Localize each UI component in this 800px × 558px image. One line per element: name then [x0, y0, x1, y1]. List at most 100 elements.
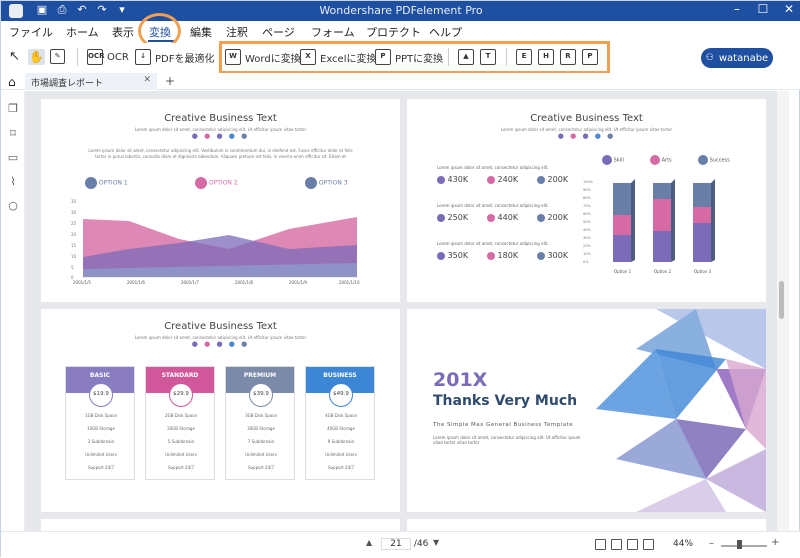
menu-bar: ファイル ホーム 表示 変換 編集 注釈 ページ フォーム プロテクト ヘルプ	[1, 21, 800, 43]
close-tab-icon[interactable]: ✕	[143, 75, 151, 85]
two-page-icon[interactable]	[627, 539, 638, 550]
zoom-slider-handle[interactable]	[737, 540, 742, 549]
prev-page-icon[interactable]: ▲	[366, 538, 372, 547]
ocr-icon: OCR	[87, 49, 104, 65]
document-tab-title: 市場調査レポート	[31, 79, 104, 89]
search-icon[interactable]: ○	[7, 200, 19, 212]
comment-icon[interactable]: ▭	[7, 152, 19, 164]
page-indicator: 21 /46	[381, 538, 428, 550]
slide-page-2: Creative Business Text Lorem ipsum dolor…	[407, 99, 766, 302]
highlight-box	[219, 41, 610, 74]
svg-text:Option 3: Option 3	[694, 269, 712, 274]
close-icon[interactable]: ✕	[781, 2, 797, 16]
pricing-card: BASIC $19.9 1GB Disk Space 10GB Storage 3 Su…	[65, 366, 135, 480]
y-tick: 5	[71, 265, 74, 270]
select-tool[interactable]: ↖	[9, 49, 20, 64]
y-tick: 10	[71, 254, 77, 259]
thanks-subtitle: The Simple Max General Business Template	[433, 422, 574, 428]
y-tick: 15	[71, 243, 77, 248]
plan-feature: Support 24/7	[247, 465, 275, 470]
maximize-icon[interactable]: ☐	[755, 2, 771, 16]
plan-feature: Unlimited Users	[85, 452, 117, 457]
attachment-icon[interactable]: ⌇	[7, 176, 19, 188]
menu-page[interactable]: ページ	[262, 24, 295, 40]
x-tick: 2001/1/10	[339, 280, 360, 285]
menu-file[interactable]: ファイル	[9, 24, 53, 40]
option-1: OPTION 1	[85, 177, 128, 189]
edit-icon: ✎	[50, 49, 65, 64]
app-window: ▣ ⎙ ↶ ↷ ▾ Wondershare PDFelement Pro – ☐…	[0, 0, 800, 558]
bookmark-icon[interactable]: ⌑	[7, 128, 19, 140]
menu-view[interactable]: 表示	[112, 24, 134, 40]
zoom-level[interactable]: 44%	[673, 539, 693, 549]
fit-width-icon[interactable]	[643, 539, 654, 550]
svg-text:Option 2: Option 2	[654, 269, 672, 274]
svg-text:90%: 90%	[583, 188, 591, 192]
title-bar: ▣ ⎙ ↶ ↷ ▾ Wondershare PDFelement Pro – ☐…	[1, 1, 800, 21]
menu-home[interactable]: ホーム	[66, 24, 99, 40]
single-page-icon[interactable]	[595, 539, 606, 550]
plan-feature: 3GB Disk Space	[245, 413, 277, 418]
area-chart: 35 30 25 20 15 10 5 0 2001/1/5 2001/1/6 …	[71, 199, 360, 285]
plan-feature: 40GB Storage	[327, 426, 355, 431]
home-icon[interactable]: ⌂	[8, 75, 16, 89]
slide-page-4: 201X Thanks Very Much The Simple Max Gen…	[407, 309, 766, 512]
x-tick: 2001/1/9	[289, 280, 307, 285]
y-tick: 25	[71, 221, 77, 226]
svg-text:20%: 20%	[583, 244, 591, 248]
thumbnails-icon[interactable]: ❐	[7, 103, 19, 115]
stats-label: Lorem ipsum dolor sit amet, consectetur …	[437, 241, 549, 246]
plan-feature: 5 Subdomain	[167, 439, 195, 444]
menu-comment[interactable]: 注釈	[226, 24, 248, 40]
x-tick: 2001/1/8	[235, 280, 253, 285]
menu-form[interactable]: フォーム	[311, 24, 355, 40]
document-viewport[interactable]: Creative Business Text Lorem ipsum dolor…	[25, 91, 777, 531]
plan-feature: 7 Subdomain	[247, 439, 275, 444]
page-number-input[interactable]: 21	[381, 538, 411, 550]
user-account-button[interactable]: ⚇ watanabe	[701, 48, 773, 68]
zoom-slider[interactable]	[721, 545, 767, 547]
new-tab-button[interactable]: +	[165, 74, 175, 88]
menu-protect[interactable]: プロテクト	[366, 24, 421, 40]
plan-feature: 2GB Disk Space	[165, 413, 197, 418]
plan-feature: Support 24/7	[87, 465, 115, 470]
plan-name: BUSINESS	[323, 372, 357, 379]
svg-text:0%: 0%	[583, 260, 589, 264]
next-page-icon[interactable]: ▼	[433, 538, 439, 547]
plan-feature: Unlimited Users	[325, 452, 357, 457]
legend-success: Success	[698, 155, 730, 165]
menu-edit[interactable]: 編集	[190, 24, 212, 40]
minimize-icon[interactable]: –	[729, 2, 745, 16]
option-2: OPTION 2	[195, 177, 238, 189]
hand-tool[interactable]: ✋	[28, 49, 45, 65]
continuous-page-icon[interactable]	[611, 539, 622, 550]
bar-option-2	[653, 179, 675, 262]
slide-page-5	[41, 519, 400, 531]
menu-help[interactable]: ヘルプ	[429, 24, 462, 40]
svg-text:40%: 40%	[583, 228, 591, 232]
thanks-heading: Thanks Very Much	[433, 393, 578, 409]
zoom-out-icon[interactable]: –	[709, 538, 714, 549]
plan-price: $29.9	[169, 383, 193, 407]
ocr-button[interactable]: OCR OCR	[87, 49, 129, 65]
plan-feature: 30GB Storage	[247, 426, 275, 431]
scroll-thumb[interactable]	[779, 281, 784, 319]
slide-dots: ● ● ● ● ●	[191, 132, 250, 140]
y-tick: 20	[71, 232, 77, 237]
vertical-scrollbar[interactable]	[777, 91, 789, 531]
x-tick: 2001/1/7	[181, 280, 199, 285]
slide-dots: ● ● ● ● ●	[191, 340, 250, 348]
plan-feature: 20GB Storage	[167, 426, 195, 431]
toolbar-divider	[77, 48, 78, 66]
optimize-pdf-button[interactable]: ↓ PDFを最適化	[135, 49, 214, 65]
plan-price: $49.9	[329, 383, 353, 407]
plan-feature: Support 24/7	[327, 465, 355, 470]
zoom-in-icon[interactable]: +	[771, 537, 779, 548]
svg-text:50%: 50%	[583, 220, 591, 224]
plan-feature: 3 Subdomain	[87, 439, 115, 444]
optimize-icon: ↓	[135, 49, 151, 65]
hand-icon: ✋	[29, 50, 44, 64]
edit-tool[interactable]: ✎	[50, 49, 65, 64]
ocr-label: OCR	[107, 51, 129, 63]
document-tab[interactable]: 市場調査レポート ✕	[25, 73, 157, 90]
